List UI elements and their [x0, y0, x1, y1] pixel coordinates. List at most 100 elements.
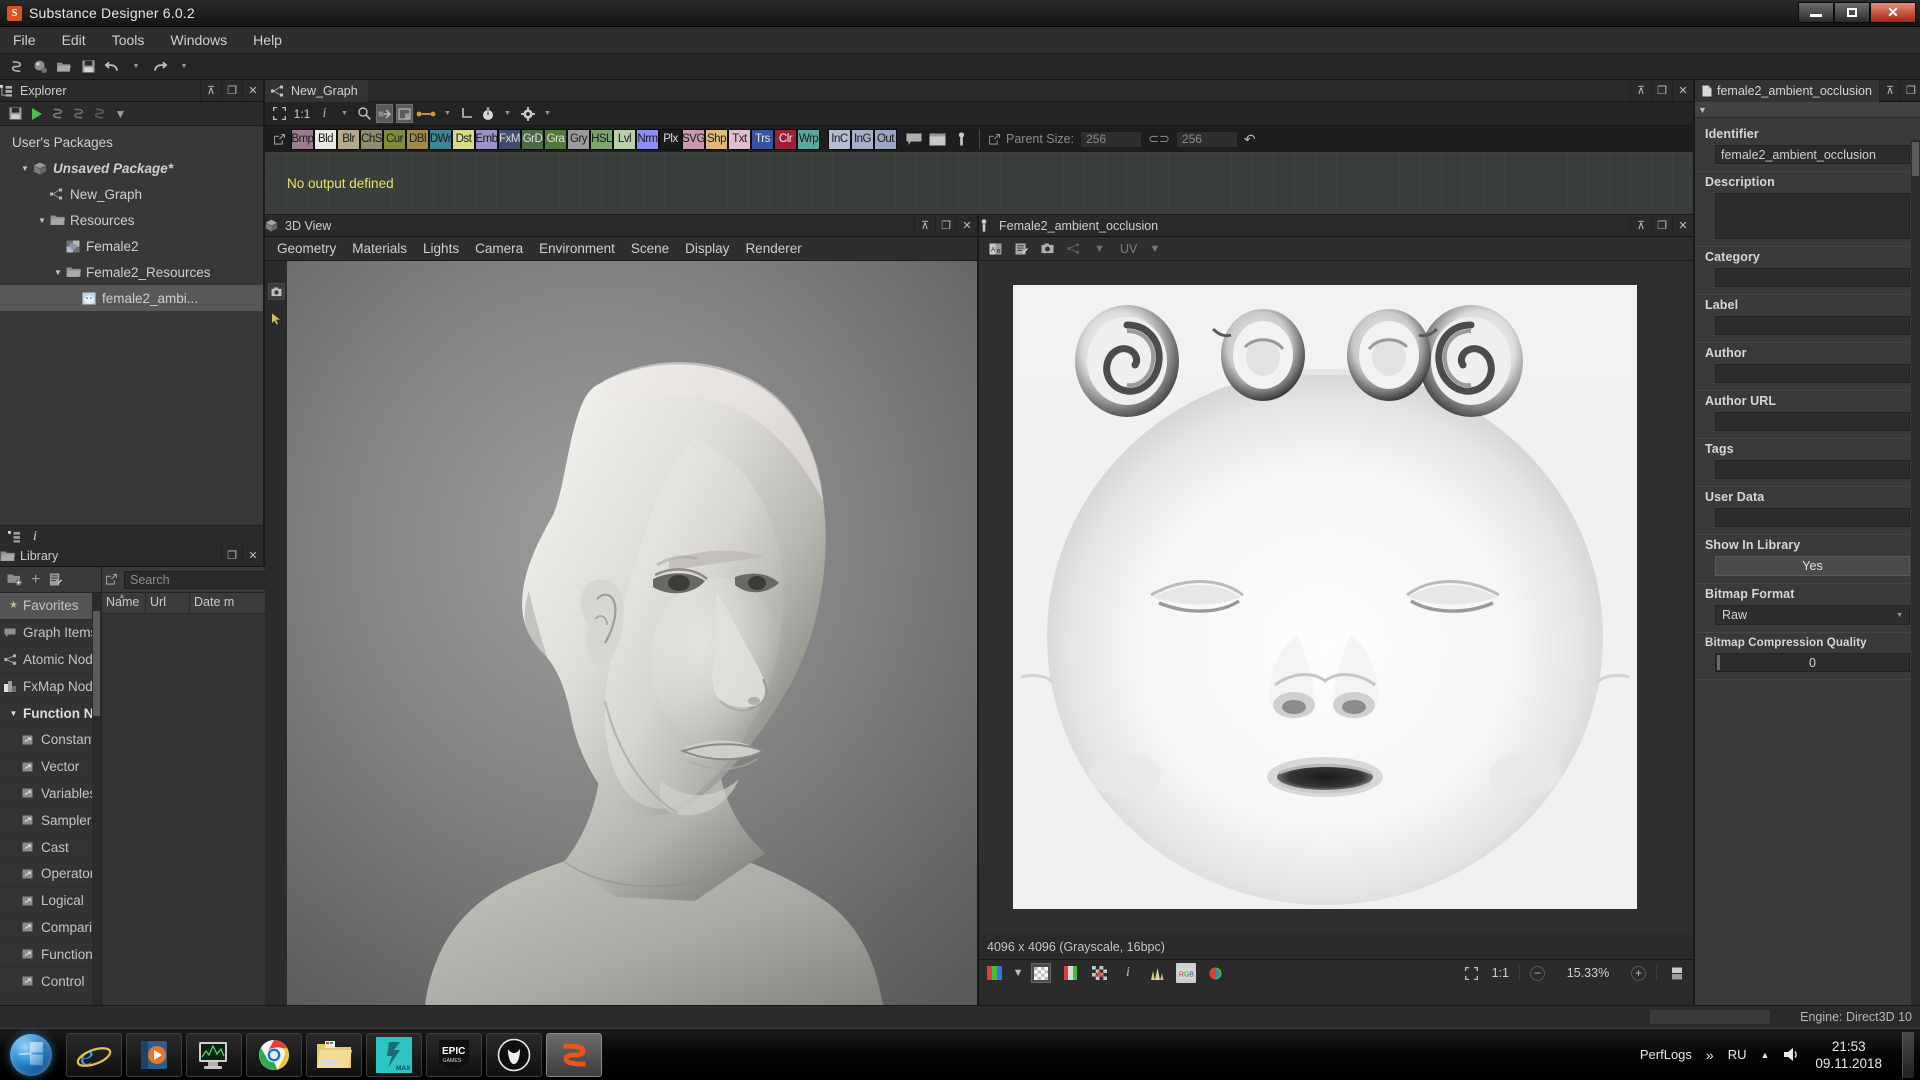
reset-icon[interactable]: ↶	[1244, 131, 1256, 148]
menu-environment[interactable]: Environment	[531, 239, 623, 258]
right-angle-icon[interactable]	[459, 104, 476, 123]
node-chip-dst[interactable]: Dst	[452, 128, 475, 150]
node-chip-input-color[interactable]: InC	[828, 128, 851, 150]
library-category-scrollbar[interactable]	[92, 593, 101, 1005]
tray-overflow-icon[interactable]: »	[1706, 1047, 1714, 1063]
pin-icon[interactable]	[953, 130, 970, 149]
taskbar-epic-games-icon[interactable]: EPIC GAMES	[426, 1032, 482, 1077]
expand-arrow-icon[interactable]: ▼	[34, 216, 50, 225]
library-category-favorites[interactable]: ★ Favorites	[0, 593, 101, 620]
histogram-icon[interactable]	[1147, 963, 1167, 983]
library-category-samplers[interactable]: Samplers	[0, 807, 101, 835]
node-link-icon[interactable]	[376, 104, 393, 123]
properties-collapse-row[interactable]: ▼	[1695, 102, 1920, 118]
view-3d-float-icon[interactable]: ❐	[935, 215, 956, 236]
column-header-url[interactable]: Url	[146, 593, 190, 613]
open-package-icon[interactable]	[53, 57, 75, 77]
node-chip-input-grayscale[interactable]: InG	[851, 128, 874, 150]
language-indicator[interactable]: RU	[1728, 1047, 1747, 1062]
graph-float-icon[interactable]: ❐	[1651, 80, 1672, 101]
screenshot-icon[interactable]	[267, 283, 285, 300]
tree-item-unsaved-package[interactable]: ▼ Unsaved Package*	[0, 155, 263, 181]
user-data-input[interactable]	[1715, 508, 1910, 527]
run-icon[interactable]	[28, 105, 45, 122]
tab-new-graph[interactable]: New_Graph	[265, 79, 368, 102]
tree-item-female2-resources[interactable]: ▼ Female2_Resources	[0, 259, 263, 285]
zoom-out-icon[interactable]: −	[1530, 965, 1545, 981]
parent-size-height[interactable]: 256	[1175, 130, 1238, 148]
compare-icon[interactable]: AB	[987, 240, 1004, 257]
expand-arrow-icon[interactable]: ▼	[17, 164, 33, 173]
node-chip-svg[interactable]: SVG	[682, 128, 705, 150]
expand-arrow-icon[interactable]: ▼	[4, 709, 23, 718]
library-category-constant[interactable]: Constant	[0, 727, 101, 754]
graph-maximize-icon[interactable]: ⊼	[1630, 80, 1651, 101]
library-category-operator[interactable]: Operator	[0, 861, 101, 888]
info-dropdown-icon[interactable]: ▼	[336, 104, 353, 123]
library-category-variables[interactable]: Variables	[0, 781, 101, 808]
view-3d-close-icon[interactable]: ✕	[956, 215, 977, 236]
snapshot-icon[interactable]	[1039, 240, 1056, 257]
connection-dropdown-icon[interactable]: ▼	[439, 104, 456, 123]
redo-dropdown-icon[interactable]: ▼	[173, 57, 195, 77]
tree-item-resources[interactable]: ▼ Resources	[0, 207, 263, 233]
maximize-button[interactable]	[1834, 2, 1870, 23]
graph-link-dropdown-icon[interactable]: ▼	[1091, 240, 1108, 257]
view-3d-maximize-icon[interactable]: ⊼	[914, 215, 935, 236]
library-category-function-nodes[interactable]: ▼ Function N..	[0, 700, 101, 727]
channels-dropdown-icon[interactable]: ▼	[1013, 963, 1024, 983]
save-package-icon[interactable]	[77, 57, 99, 77]
show-desktop-button[interactable]	[1902, 1031, 1914, 1078]
node-chip-fxm[interactable]: FxM	[498, 128, 521, 150]
view-2d-viewport[interactable]	[979, 261, 1693, 935]
library-category-fxmap-nodes[interactable]: FxMap Node	[0, 673, 101, 701]
library-category-logical[interactable]: Logical	[0, 888, 101, 915]
show-in-library-toggle[interactable]: Yes	[1715, 556, 1910, 576]
menu-file[interactable]: File	[0, 29, 49, 51]
author-url-input[interactable]	[1715, 412, 1910, 431]
properties-maximize-icon[interactable]: ⊼	[1878, 80, 1900, 101]
node-chip-lvl[interactable]: Lvl	[613, 128, 636, 150]
new-material-icon[interactable]	[29, 57, 51, 77]
node-chip-emb[interactable]: Emb	[475, 128, 498, 150]
connection-icon[interactable]	[416, 104, 436, 123]
explorer-tree-icon[interactable]	[8, 530, 21, 543]
new-substance-icon[interactable]	[5, 57, 27, 77]
menu-camera[interactable]: Camera	[467, 239, 531, 258]
redo-icon[interactable]	[149, 57, 171, 77]
rgb-strip-icon[interactable]	[1060, 963, 1080, 983]
description-input[interactable]	[1715, 193, 1910, 239]
taskbar-substance-designer-icon[interactable]	[546, 1032, 602, 1077]
author-input[interactable]	[1715, 364, 1910, 383]
edit-icon[interactable]	[1013, 240, 1030, 257]
tags-input[interactable]	[1715, 460, 1910, 479]
substance-new-icon[interactable]	[49, 105, 66, 122]
node-chip-nrm[interactable]: Nrm	[636, 128, 659, 150]
library-category-comparison[interactable]: Compari.	[0, 915, 101, 942]
node-chip-cur[interactable]: Cur	[383, 128, 406, 150]
explorer-close-icon[interactable]: ✕	[242, 80, 263, 101]
search-icon[interactable]	[356, 104, 373, 123]
view-2d-maximize-icon[interactable]: ⊼	[1630, 215, 1651, 236]
zoom-in-icon[interactable]: +	[1631, 965, 1646, 981]
bitmap-compression-slider[interactable]: 0	[1715, 653, 1910, 672]
properties-scrollbar[interactable]	[1911, 140, 1920, 1005]
add-library-icon[interactable]	[7, 573, 22, 586]
tree-item-new-graph[interactable]: New_Graph	[0, 181, 263, 207]
pointer-icon[interactable]	[268, 310, 285, 327]
tree-item-users-packages[interactable]: User's Packages	[0, 129, 263, 155]
color-wheel-icon[interactable]	[1205, 963, 1225, 983]
minimize-button[interactable]	[1798, 2, 1834, 23]
zoom-level-label[interactable]: 15.33%	[1555, 966, 1621, 980]
edit-list-icon[interactable]	[49, 573, 63, 586]
info-icon[interactable]: i	[33, 529, 37, 545]
node-chip-output[interactable]: Out	[874, 128, 897, 150]
menu-display[interactable]: Display	[677, 239, 737, 258]
library-float-icon[interactable]: ❐	[221, 545, 242, 566]
node-chip-wrp[interactable]: Wrp	[797, 128, 820, 150]
taskbar-unreal-engine-icon[interactable]	[486, 1032, 542, 1077]
stopwatch-dropdown-icon[interactable]: ▼	[499, 104, 516, 123]
properties-float-icon[interactable]: ❐	[1899, 80, 1920, 101]
menu-edit[interactable]: Edit	[49, 29, 99, 51]
explorer-dropdown-icon[interactable]: ▼	[112, 105, 129, 122]
